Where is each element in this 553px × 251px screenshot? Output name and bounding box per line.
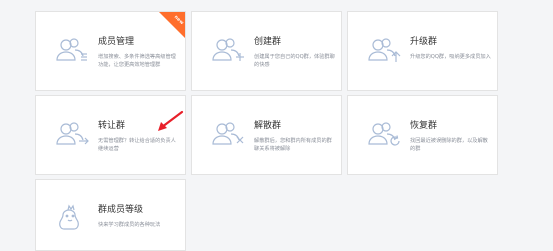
card-title: 恢复群 [410,121,438,131]
card-title: 创建群 [254,37,282,47]
group-restore-icon [366,118,402,150]
group-level-icon [54,202,90,234]
group-upgrade-icon [366,34,402,66]
card-title: 群成员等级 [98,205,144,215]
card-description: 无需管理群？转让给合适的负责人继续运营 [98,138,176,152]
card-transfer-group[interactable]: 转让群 无需管理群？转让给合适的负责人继续运营 [35,95,186,175]
card-member-level[interactable]: 群成员等级 快来学习群成员的各种玩法 [35,179,186,251]
card-title: 解散群 [254,121,282,131]
card-title: 转让群 [98,121,126,131]
card-member-management[interactable]: 成员管理 增加搜索、多条件筛选等高级管理功能，让您更高效地管理群 new [35,11,186,91]
group-add-icon [210,34,246,66]
card-upgrade-group[interactable]: 升级群 升级您的QQ群，吸纳更多成员加入 [347,11,498,91]
annotation-arrow-icon [158,110,184,131]
card-description: 增加搜索、多条件筛选等高级管理功能，让您更高效地管理群 [98,54,176,68]
card-dissolve-group[interactable]: 解散群 解散群后，您和群内所有成员的群聊关系将被解除 [191,95,342,175]
new-badge: new [159,12,185,38]
card-title: 升级群 [410,37,438,47]
group-dissolve-icon [210,118,246,150]
card-description: 解散群后，您和群内所有成员的群聊关系将被解除 [254,138,332,152]
card-description: 升级您的QQ群，吸纳更多成员加入 [410,54,491,60]
group-transfer-icon [54,118,90,150]
card-description: 找回最近被误删除的群，以及解散的群 [410,138,488,152]
group-members-settings-icon [54,34,90,66]
card-create-group[interactable]: 创建群 创建属于您自己的QQ群，体验群聊的快感 [191,11,342,91]
card-description: 创建属于您自己的QQ群，体验群聊的快感 [254,54,335,68]
card-title: 成员管理 [98,37,135,47]
card-restore-group[interactable]: 恢复群 找回最近被误删除的群，以及解散的群 [347,95,498,175]
card-description: 快来学习群成员的各种玩法 [98,222,161,228]
